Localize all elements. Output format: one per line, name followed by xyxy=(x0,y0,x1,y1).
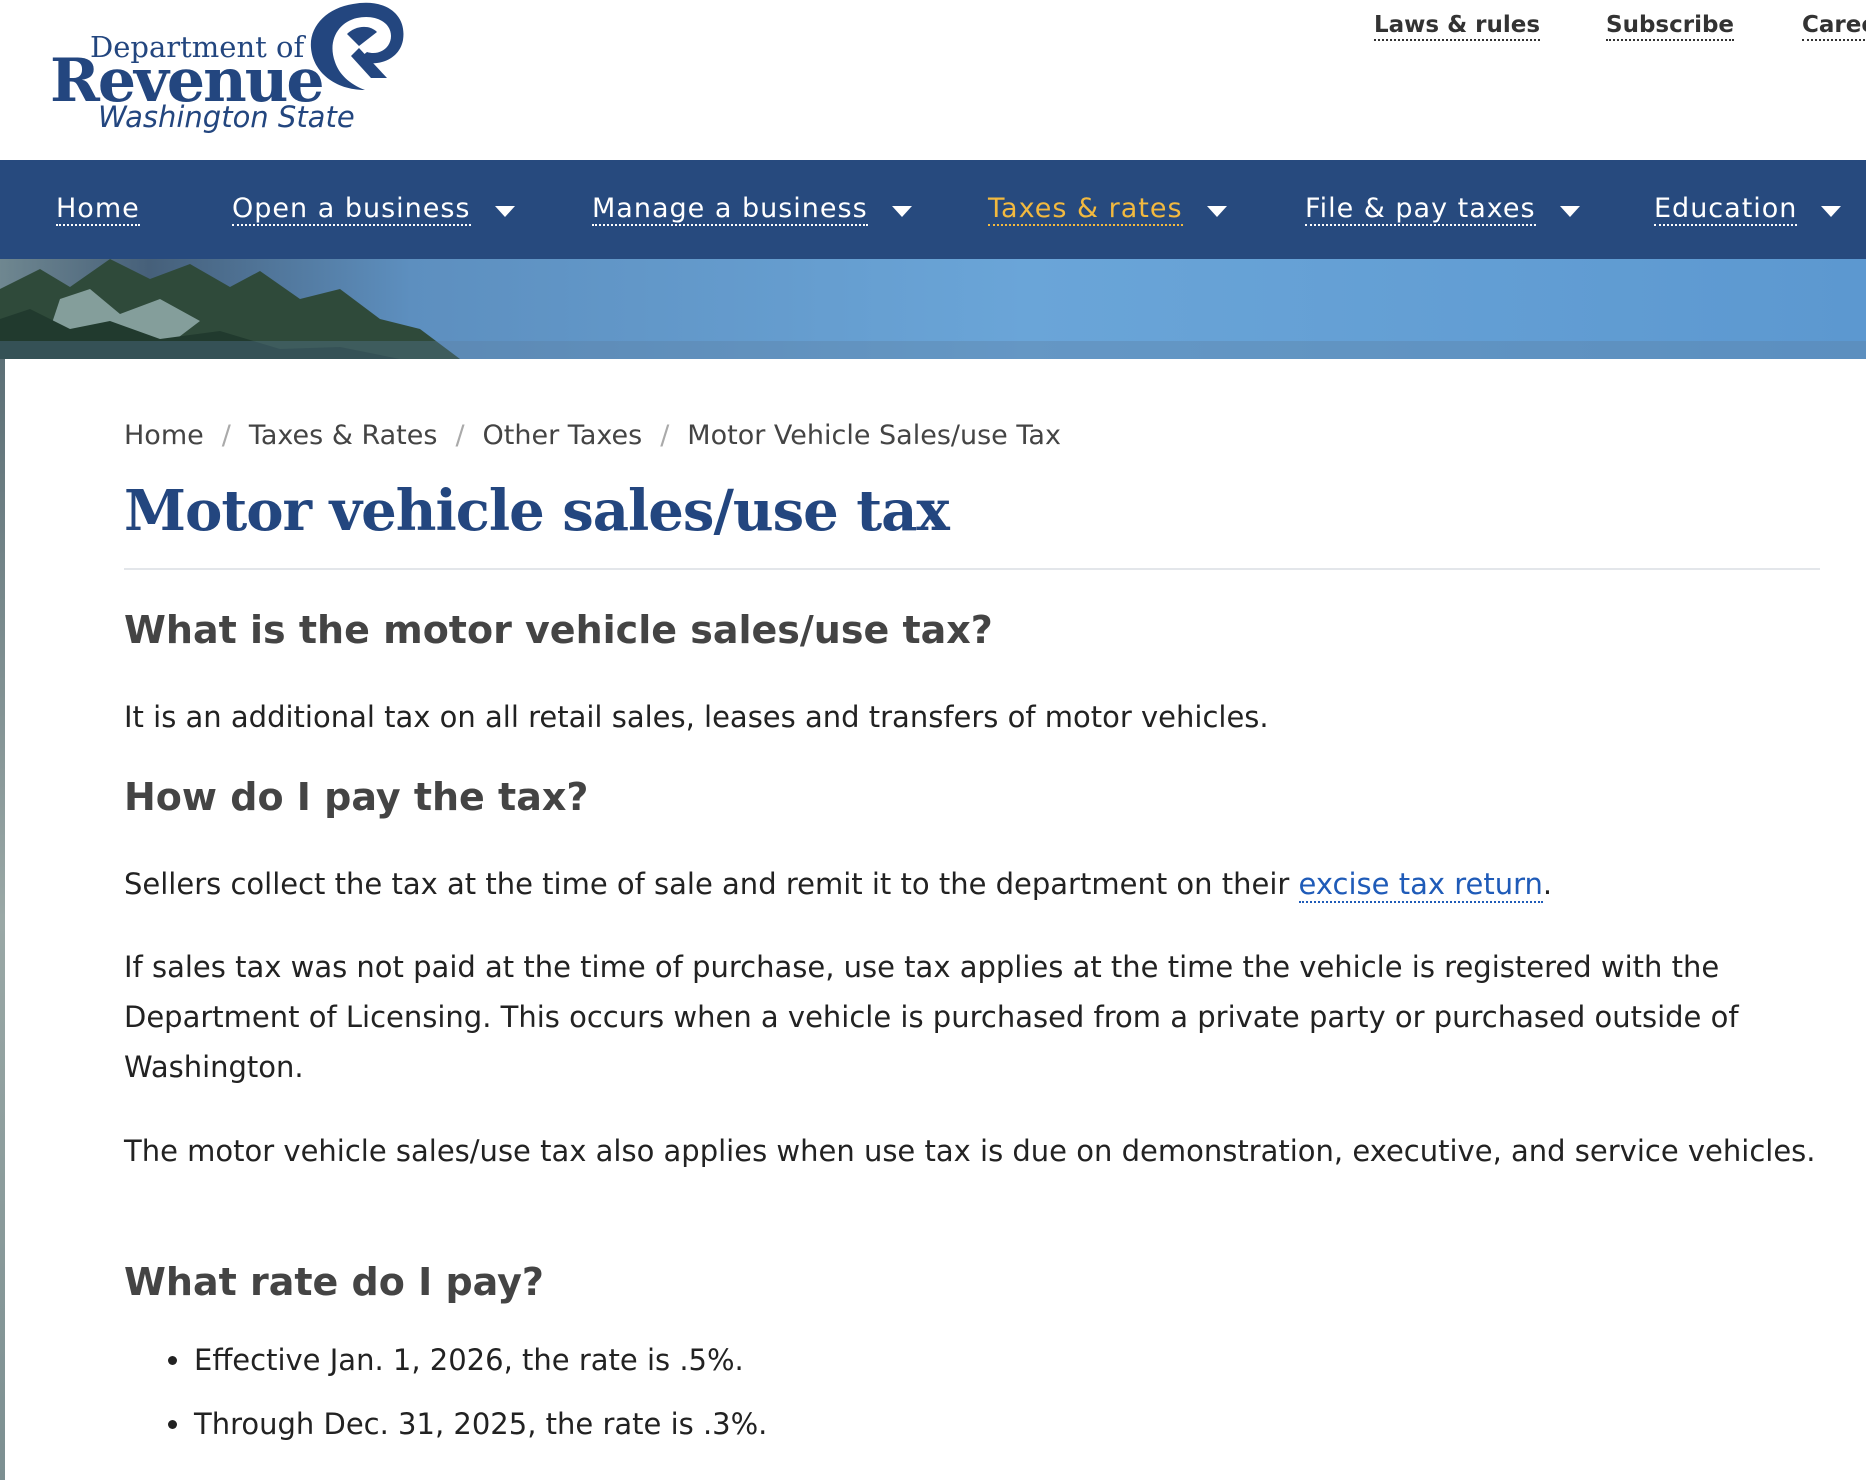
caret-down-icon[interactable] xyxy=(1206,206,1227,217)
section-heading-what-is: What is the motor vehicle sales/use tax? xyxy=(124,608,993,652)
breadcrumb-separator: / xyxy=(660,420,670,451)
caret-down-icon[interactable] xyxy=(891,206,912,217)
section-heading-rate: What rate do I pay? xyxy=(124,1260,544,1304)
list-item: Through Dec. 31, 2025, the rate is .3%. xyxy=(124,1404,767,1444)
section-use-tax-text: If sales tax was not paid at the time of… xyxy=(124,950,1739,1084)
breadcrumb-current: Motor Vehicle Sales/use Tax xyxy=(687,420,1061,451)
nav-item-open-business[interactable]: Open a business xyxy=(232,160,515,259)
section-what-is-text: It is an additional tax on all retail sa… xyxy=(124,700,1269,734)
nav-item-education[interactable]: Education xyxy=(1654,160,1842,259)
nav-item-file-pay[interactable]: File & pay taxes xyxy=(1305,160,1580,259)
nav-item-home[interactable]: Home xyxy=(56,160,140,259)
text-after-link: . xyxy=(1542,867,1553,901)
excise-tax-return-link[interactable]: excise tax return xyxy=(1298,867,1543,903)
laws-rules-link[interactable]: Laws & rules xyxy=(1374,12,1541,41)
logo-line-state: Washington State xyxy=(98,100,355,134)
breadcrumb: Home / Taxes & Rates / Other Taxes / Motor Veh… xyxy=(124,420,1061,451)
main-nav: Home Open a business Manage a business T… xyxy=(0,160,1866,259)
page-title: Motor vehicle sales/use tax xyxy=(124,478,950,544)
section-heading-how-pay: How do I pay the tax? xyxy=(124,775,589,819)
caret-down-icon[interactable] xyxy=(1821,206,1842,217)
breadcrumb-separator: / xyxy=(221,420,231,451)
breadcrumb-other-taxes[interactable]: Other Taxes xyxy=(483,420,643,451)
mountain-scene-image xyxy=(0,259,1866,359)
caret-down-icon[interactable] xyxy=(1559,206,1580,217)
nav-item-label: File & pay taxes xyxy=(1305,193,1536,227)
title-divider xyxy=(124,568,1820,570)
breadcrumb-home[interactable]: Home xyxy=(124,420,204,451)
nav-item-manage-business[interactable]: Manage a business xyxy=(592,160,912,259)
careers-link[interactable]: Caree xyxy=(1802,12,1866,41)
section-demo-vehicles-text: The motor vehicle sales/use tax also app… xyxy=(124,1134,1816,1168)
text-before-link: Sellers collect the tax at the time of s… xyxy=(124,867,1299,901)
caret-down-icon[interactable] xyxy=(494,206,515,217)
nav-item-label: Taxes & rates xyxy=(988,193,1183,227)
breadcrumb-separator: / xyxy=(455,420,465,451)
hero-banner-image xyxy=(0,259,1866,359)
nav-item-label: Open a business xyxy=(232,193,471,227)
nav-item-label: Manage a business xyxy=(592,193,868,227)
subscribe-link[interactable]: Subscribe xyxy=(1606,12,1735,41)
rate-list: Effective Jan. 1, 2026, the rate is .5%.… xyxy=(124,1340,767,1468)
nav-item-label: Home xyxy=(56,193,140,227)
breadcrumb-taxes-rates[interactable]: Taxes & Rates xyxy=(249,420,438,451)
nav-item-taxes-rates[interactable]: Taxes & rates xyxy=(988,160,1227,259)
nav-item-label: Education xyxy=(1654,193,1798,227)
utility-nav: Laws & rules Subscribe Caree xyxy=(0,12,1866,52)
section-how-pay-text: Sellers collect the tax at the time of s… xyxy=(124,859,1824,909)
site-header: Department of Revenue Washington State L… xyxy=(0,0,1866,160)
list-item: Effective Jan. 1, 2026, the rate is .5%. xyxy=(124,1340,767,1380)
